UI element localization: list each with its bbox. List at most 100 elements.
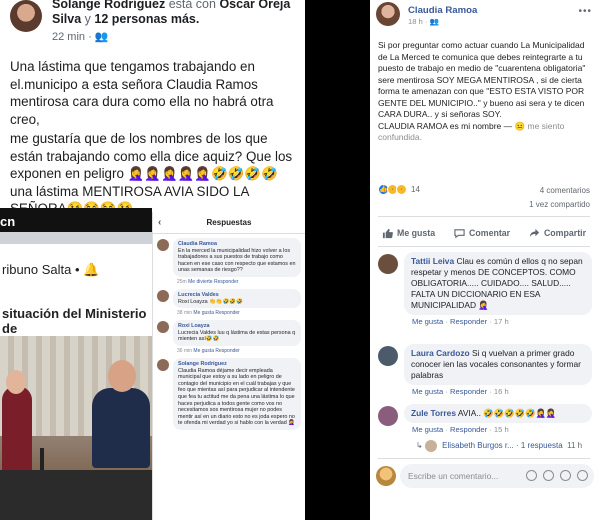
comment-time: 15 h bbox=[493, 425, 509, 434]
comment: Zule Torres AVIA.. 🤣🤣🤣🤣🤣🤦‍♀️🤦‍♀️ Me gusta… bbox=[378, 404, 592, 434]
camera-icon[interactable] bbox=[543, 470, 554, 481]
comment-like[interactable]: Me gusta bbox=[193, 348, 214, 354]
comment-meta: 38 min Me gusta Responder bbox=[177, 310, 301, 316]
haha-reaction-icon: · bbox=[396, 184, 407, 195]
post-text: Una lástima que tengamos trabajando en e… bbox=[10, 58, 302, 220]
comment-time: 25m bbox=[177, 278, 187, 285]
comment-time: 17 h bbox=[493, 317, 509, 326]
post-time[interactable]: 18 h · 👥 bbox=[408, 17, 439, 26]
comment-like-link[interactable]: Me gusta bbox=[412, 387, 443, 396]
comment-text: AVIA.. 🤣🤣🤣🤣🤣🤦‍♀️🤦‍♀️ bbox=[457, 408, 557, 418]
comment-reply[interactable]: Responder bbox=[214, 279, 238, 285]
friends-icon: 👥 bbox=[94, 31, 109, 43]
comment-meta: Me gusta · Responder · 16 h bbox=[412, 387, 509, 396]
more-dots-icon[interactable]: ••• bbox=[578, 6, 592, 17]
comment-reply[interactable]: Responder bbox=[215, 310, 239, 316]
post-paragraph: me gustaría que de los nombres de los qu… bbox=[10, 131, 293, 216]
reply-comment: Lucrecia Valdes Roxi Loayza 👏👏🤣🤣🤣 bbox=[157, 288, 301, 309]
news-video-image[interactable]: cn ribuno Salta • 🔔 situación del Minist… bbox=[0, 208, 152, 520]
share-button[interactable]: Compartir bbox=[525, 222, 590, 244]
divider bbox=[378, 246, 590, 247]
sticker-icon[interactable] bbox=[577, 470, 588, 481]
comment-text: Claudia Ramoa déjame decir empleada muni… bbox=[178, 367, 295, 427]
tagged-others[interactable]: 12 personas más. bbox=[94, 12, 199, 26]
comment-author[interactable]: Claudia Ramoa bbox=[178, 241, 296, 248]
gif-icon[interactable] bbox=[560, 470, 571, 481]
reply-comment: Roxi Loayza Lucrecia Valdes luu q lástima… bbox=[157, 320, 301, 346]
avatar[interactable] bbox=[157, 358, 169, 371]
news-headline: situación del Ministerio de bbox=[0, 306, 152, 336]
left-post-screenshot: Solange Rodríguez está con Oscar Oreja S… bbox=[0, 0, 305, 520]
comment-meta: Me gusta · Responder · 15 h bbox=[412, 425, 509, 434]
comment-author[interactable]: Roxi Loayza bbox=[178, 323, 296, 330]
avatar[interactable] bbox=[157, 321, 169, 334]
emoji-icon[interactable] bbox=[526, 470, 537, 481]
share-icon bbox=[529, 228, 540, 237]
comment-text: Lucrecia Valdes luu q lástima de estas p… bbox=[178, 329, 296, 343]
reactions[interactable]: 👍 · · 14 bbox=[378, 184, 420, 195]
divider bbox=[378, 216, 590, 217]
author-name[interactable]: Claudia Ramoa bbox=[408, 5, 477, 16]
avatar[interactable] bbox=[376, 2, 400, 26]
comment-reply-link[interactable]: Responder bbox=[450, 387, 487, 396]
avatar[interactable] bbox=[378, 406, 398, 426]
back-arrow-icon[interactable]: ‹ bbox=[158, 212, 161, 234]
comment-like-link[interactable]: Me gusta bbox=[412, 425, 443, 434]
comment-text: En la merced la municipalidad hizo volve… bbox=[178, 247, 296, 274]
reactions-count: 14 bbox=[411, 185, 420, 194]
post-time[interactable]: 22 min · 👥 bbox=[52, 30, 109, 43]
write-comment: Escribe un comentario... bbox=[376, 464, 594, 488]
comment: Tattii Leiva Clau es común d ellos q no … bbox=[378, 252, 592, 326]
comment-meta: 36 min Me gusta Responder bbox=[177, 348, 301, 354]
comment-like[interactable]: Me gusta bbox=[193, 310, 214, 316]
signature: CLAUDIA RAMOA es mi nombre — 😐 bbox=[378, 120, 526, 131]
reply-comment: Solange Rodríguez Claudia Ramoa déjame de… bbox=[157, 357, 301, 430]
reply-preview[interactable]: ↳ Elisabeth Burgos r... · 1 respuesta 11… bbox=[416, 440, 596, 452]
avatar[interactable] bbox=[10, 0, 42, 32]
avatar[interactable] bbox=[378, 254, 398, 274]
replies-list: Claudia Ramoa En la merced la municipalid… bbox=[153, 238, 305, 430]
shares-count[interactable]: 1 vez compartido bbox=[529, 200, 590, 209]
right-post-screenshot: Claudia Ramoa 18 h · 👥 ••• Si por pregun… bbox=[370, 0, 600, 520]
replies-header: ‹ Respuestas bbox=[153, 212, 305, 234]
post-actions: Me gusta Comentar Compartir bbox=[378, 222, 590, 244]
comment-bubble: Laura Cardozo Si q vuelvan a primer grad… bbox=[404, 344, 592, 385]
comment-reply-link[interactable]: Responder bbox=[450, 425, 487, 434]
comment-time: 36 min bbox=[177, 347, 193, 354]
thumbs-up-icon bbox=[382, 228, 393, 238]
comment-like-link[interactable]: Me gusta bbox=[412, 317, 443, 326]
avatar[interactable] bbox=[157, 289, 169, 302]
news-outlet: ribuno Salta • 🔔 bbox=[0, 244, 152, 306]
comment-bubble: Zule Torres AVIA.. 🤣🤣🤣🤣🤣🤦‍♀️🤦‍♀️ bbox=[404, 404, 592, 423]
post-paragraph: Una lástima que tengamos trabajando en e… bbox=[10, 59, 274, 127]
comment-author[interactable]: Lucrecia Valdes bbox=[178, 292, 296, 299]
avatar[interactable] bbox=[378, 346, 398, 366]
comment-like[interactable]: Me divierte bbox=[188, 279, 212, 285]
comments-count[interactable]: 4 comentarios bbox=[540, 186, 590, 195]
comment-button[interactable]: Comentar bbox=[450, 222, 514, 244]
comment-bubble: Tattii Leiva Clau es común d ellos q no … bbox=[404, 252, 592, 315]
divider bbox=[378, 458, 590, 459]
reply-comment: Claudia Ramoa En la merced la municipalid… bbox=[157, 238, 301, 277]
comment-reply-link[interactable]: Responder bbox=[450, 317, 487, 326]
reply-arrow-icon: ↳ bbox=[416, 441, 423, 451]
post-stats: 👍 · · 14 4 comentarios 1 vez compartido bbox=[378, 184, 590, 214]
post-text: Si por preguntar como actuar cuando La M… bbox=[378, 40, 586, 142]
comment-reply[interactable]: Responder bbox=[215, 348, 239, 354]
comment: Laura Cardozo Si q vuelvan a primer grad… bbox=[378, 344, 592, 396]
avatar[interactable] bbox=[157, 239, 169, 251]
comment-author[interactable]: Zule Torres bbox=[411, 408, 456, 418]
author-name[interactable]: Solange Rodríguez bbox=[52, 0, 165, 11]
comment-icon bbox=[454, 228, 465, 238]
comment-author[interactable]: Solange Rodríguez bbox=[178, 361, 296, 368]
comment-time: 38 min bbox=[177, 310, 193, 317]
post-header: Solange Rodríguez está con Oscar Oreja S… bbox=[10, 0, 300, 48]
avatar bbox=[424, 440, 437, 452]
post-author-line: Solange Rodríguez está con Oscar Oreja S… bbox=[52, 0, 292, 27]
like-button[interactable]: Me gusta bbox=[378, 222, 439, 244]
comment-time: 16 h bbox=[493, 387, 509, 396]
comment-author[interactable]: Tattii Leiva bbox=[411, 256, 454, 266]
comment-author[interactable]: Laura Cardozo bbox=[411, 348, 470, 358]
comment-meta: Me gusta · Responder · 17 h bbox=[412, 317, 509, 326]
post-header: Claudia Ramoa 18 h · 👥 ••• bbox=[376, 2, 596, 32]
